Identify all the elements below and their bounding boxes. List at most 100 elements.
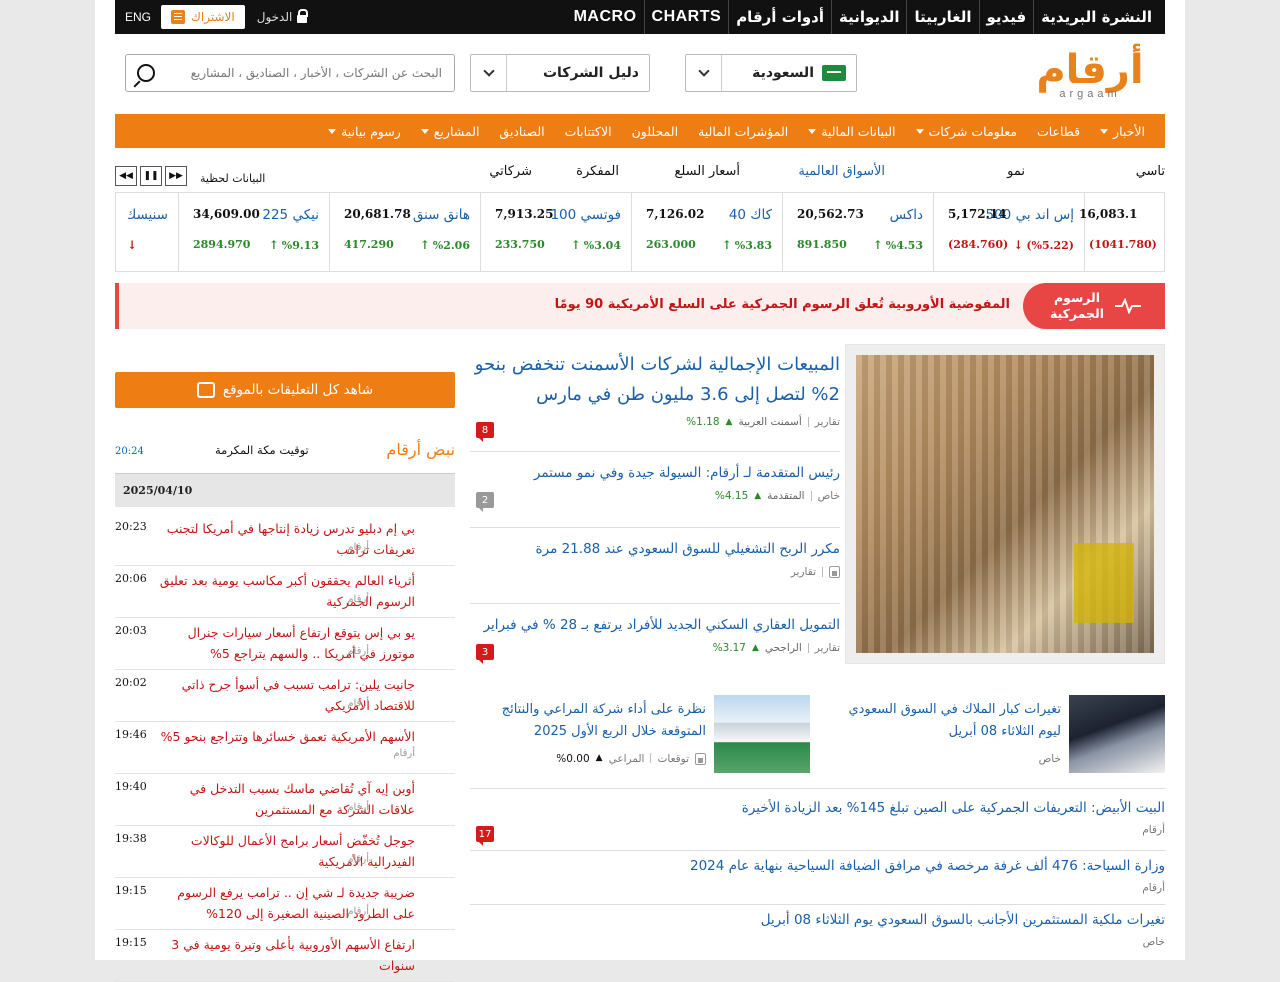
pause-icon[interactable]: ❚❚ bbox=[140, 166, 162, 186]
pulse-feed-item[interactable]: 19:46 الأسهم الأمريكية تعمق خسائرها وتترا… bbox=[115, 722, 455, 774]
tab-calendar[interactable]: المفكرة bbox=[576, 164, 619, 179]
main-nav-item[interactable]: الأخبار bbox=[1090, 124, 1155, 139]
english-link[interactable]: ENG bbox=[121, 10, 155, 24]
feed-time: 19:46 bbox=[115, 728, 147, 741]
top-nav-item[interactable]: الديوانية bbox=[831, 0, 906, 34]
company-directory-select[interactable]: دليل الشركات bbox=[470, 54, 650, 92]
card-title[interactable]: نظرة على أداء شركة المراعي والنتائج المت… bbox=[470, 699, 706, 743]
news-category[interactable]: تقارير bbox=[791, 566, 816, 578]
main-nav-item[interactable]: البيانات المالية bbox=[798, 124, 905, 139]
tab-commodities[interactable]: أسعار السلع bbox=[674, 164, 740, 179]
comment-count-badge[interactable]: 3 bbox=[476, 644, 494, 664]
argaam-logo[interactable]: أرقام argaam bbox=[1025, 48, 1155, 104]
news-company[interactable]: المتقدمة bbox=[767, 490, 804, 502]
feed-headline[interactable]: أوبن إيه آي تُقاضي ماسك بسبب التدخل في ع… bbox=[159, 778, 415, 820]
top-nav-item[interactable]: MACRO bbox=[567, 0, 644, 34]
comments-icon bbox=[196, 382, 215, 398]
ticker-item[interactable]: هانق سنق 20,681.78 417.290 %2.06 ↑ bbox=[329, 193, 480, 271]
tab-global-markets[interactable]: الأسواق العالمية bbox=[798, 164, 885, 179]
feed-headline[interactable]: جانيت يلين: ترامب تسبب في أسوأ جرح ذاتي … bbox=[159, 674, 415, 716]
feed-headline[interactable]: الأسهم الأمريكية تعمق خسائرها وتتراجع بن… bbox=[159, 726, 415, 747]
pulse-feed-item[interactable]: 20:23 بي إم دبليو تدرس زيادة إنتاجها في أ… bbox=[115, 514, 455, 566]
card-almarai[interactable]: نظرة على أداء شركة المراعي والنتائج المت… bbox=[470, 695, 810, 775]
ticker-item[interactable]: إس اند بي 500 5,172.14 (284.760) (%5.22) ↓ bbox=[933, 193, 1084, 271]
top-nav-item[interactable]: النشرة البريدية bbox=[1033, 0, 1159, 34]
tab-tasi[interactable]: تاسي bbox=[1136, 164, 1165, 179]
all-comments-button[interactable]: شاهد كل التعليقات بالموقع bbox=[115, 372, 455, 408]
ticker-item[interactable]: 16,083.1 (1041.780) bbox=[1079, 193, 1164, 271]
ticker-change: 2894.970 bbox=[193, 238, 251, 251]
ticker-item[interactable]: سنيسك ↓ bbox=[127, 193, 178, 271]
main-nav-item[interactable]: المحللون bbox=[622, 124, 689, 139]
news-headline[interactable]: البيت الأبيض: التعريفات الجمركية على الص… bbox=[470, 800, 1165, 816]
news-company[interactable]: الراجحي bbox=[765, 642, 802, 654]
news-source[interactable]: أرقام bbox=[470, 824, 1165, 836]
top-nav-item[interactable]: أدوات أرقام bbox=[728, 0, 831, 34]
main-nav-item[interactable]: المشاريع bbox=[411, 124, 490, 139]
comment-count-badge[interactable]: 17 bbox=[476, 826, 494, 846]
ticker-item[interactable]: نيكي 225 34,609.00 2894.970 %9.13 ↑ bbox=[178, 193, 329, 271]
top-nav-item[interactable]: فيديو bbox=[978, 0, 1034, 34]
pulse-feed-item[interactable]: 20:02 جانيت يلين: ترامب تسبب في أسوأ جرح … bbox=[115, 670, 455, 722]
main-nav-item[interactable]: الاكتتابات bbox=[555, 124, 622, 139]
tab-nomu[interactable]: نمو bbox=[1007, 164, 1025, 179]
feature-image[interactable] bbox=[845, 344, 1165, 664]
main-nav-item[interactable]: المؤشرات المالية bbox=[688, 124, 798, 139]
top-nav-item[interactable]: الغاربيتا bbox=[906, 0, 978, 34]
comment-count-badge[interactable]: 2 bbox=[476, 492, 494, 512]
pulse-feed-item[interactable]: 19:40 أوبن إيه آي تُقاضي ماسك بسبب التدخل… bbox=[115, 774, 455, 826]
news-category[interactable]: خاص bbox=[818, 490, 840, 502]
main-nav-item[interactable]: الصناديق bbox=[489, 124, 554, 139]
subscribe-button[interactable]: الاشتراك bbox=[161, 5, 245, 29]
news-headline[interactable]: وزارة السياحة: 476 ألف غرفة مرخصة في مرا… bbox=[470, 858, 1165, 874]
card-company[interactable]: المراعي bbox=[609, 753, 645, 765]
top-nav-item[interactable]: CHARTS bbox=[643, 0, 729, 34]
feed-headline[interactable]: ضريبة جديدة لـ شي إن .. ترامب يرفع الرسو… bbox=[159, 882, 415, 924]
search-icon[interactable] bbox=[126, 55, 166, 91]
search-input[interactable] bbox=[166, 66, 454, 80]
market-select[interactable]: السعودية bbox=[685, 54, 857, 92]
card-major-holders[interactable]: تغيرات كبار الملاك في السوق السعودي ليوم… bbox=[825, 695, 1165, 775]
main-nav-item[interactable]: قطاعات bbox=[1027, 124, 1090, 139]
feed-headline[interactable]: يو بي إس يتوقع ارتفاع أسعار سيارات جنرال… bbox=[159, 622, 415, 664]
pulse-feed-item[interactable]: 19:15 ضريبة جديدة لـ شي إن .. ترامب يرفع … bbox=[115, 878, 455, 930]
news-item: وزارة السياحة: 476 ألف غرفة مرخصة في مرا… bbox=[470, 858, 1165, 894]
card-category[interactable]: خاص bbox=[1039, 753, 1061, 765]
pulse-title: نبض أرقام bbox=[386, 440, 455, 459]
rewind-icon[interactable]: ◀◀ bbox=[115, 166, 137, 186]
feed-headline[interactable]: بي إم دبليو تدرس زيادة إنتاجها في أمريكا… bbox=[159, 518, 415, 560]
news-source[interactable]: خاص bbox=[470, 936, 1165, 948]
pulse-feed-item[interactable]: 19:38 جوجل تُخفّض أسعار برامج الأعمال للو… bbox=[115, 826, 455, 878]
main-nav-item[interactable]: رسوم بيانية bbox=[318, 124, 411, 139]
feed-headline[interactable]: أثرياء العالم يحققون أكبر مكاسب يومية بع… bbox=[159, 570, 415, 612]
news-headline[interactable]: تغيرات ملكية المستثمرين الأجانب بالسوق ا… bbox=[470, 912, 1165, 928]
main-nav-item[interactable]: معلومات شركات bbox=[906, 124, 1027, 139]
news-headline[interactable]: رئيس المتقدمة لـ أرقام: السيولة جيدة وفي… bbox=[470, 462, 840, 484]
up-triangle-icon: ▲ bbox=[725, 417, 733, 427]
login-link[interactable]: الدخول bbox=[251, 9, 309, 24]
feature-category[interactable]: تقارير bbox=[815, 416, 840, 428]
page: النشرة البريدية فيديو الغاربيتا الديوانية أد… bbox=[95, 0, 1185, 982]
comment-count-badge[interactable]: 8 bbox=[476, 422, 494, 442]
ticker-item[interactable]: كاك 40 7,126.02 263.000 %3.83 ↑ bbox=[631, 193, 782, 271]
ticker-pct: (%5.22) ↓ bbox=[1013, 238, 1074, 252]
news-headline[interactable]: التمويل العقاري السكني الجديد للأفراد ير… bbox=[470, 614, 840, 636]
pulse-feed-item[interactable]: 20:06 أثرياء العالم يحققون أكبر مكاسب يوم… bbox=[115, 566, 455, 618]
pulse-feed-item[interactable]: 19:15 ارتفاع الأسهم الأوروبية بأعلى وتيرة… bbox=[115, 930, 455, 982]
pulse-feed-item[interactable]: 20:03 يو بي إس يتوقع ارتفاع أسعار سيارات … bbox=[115, 618, 455, 670]
ticker-item[interactable]: فوتسي 100 7,913.25 233.750 %3.04 ↑ bbox=[480, 193, 631, 271]
news-headline[interactable]: مكرر الربح التشغيلي للسوق السعودي عند 21… bbox=[470, 538, 840, 560]
news-source[interactable]: أرقام bbox=[470, 882, 1165, 894]
fast-forward-icon[interactable]: ▶▶ bbox=[165, 166, 187, 186]
news-category[interactable]: تقارير bbox=[815, 642, 840, 654]
ticker-item[interactable]: داكس 20,562.73 891.850 %4.53 ↑ bbox=[782, 193, 933, 271]
card-title[interactable]: تغيرات كبار الملاك في السوق السعودي ليوم… bbox=[825, 699, 1061, 743]
feature-headline[interactable]: المبيعات الإجمالية لشركات الأسمنت تنخفض … bbox=[470, 350, 840, 410]
tariff-banner[interactable]: الرسوم الجمركية المفوضية الأوروبية تُعلق… bbox=[115, 283, 1165, 329]
feed-headline[interactable]: ارتفاع الأسهم الأوروبية بأعلى وتيرة يومي… bbox=[159, 934, 415, 976]
feature-company[interactable]: أسمنت العربية bbox=[738, 416, 801, 428]
card-category[interactable]: توقعات bbox=[657, 753, 689, 765]
feed-headline[interactable]: جوجل تُخفّض أسعار برامج الأعمال للوكالات… bbox=[159, 830, 415, 872]
tab-my-companies[interactable]: شركاتي bbox=[489, 164, 532, 179]
tariff-headline[interactable]: المفوضية الأوروبية تُعلق الرسوم الجمركية… bbox=[555, 297, 1010, 312]
